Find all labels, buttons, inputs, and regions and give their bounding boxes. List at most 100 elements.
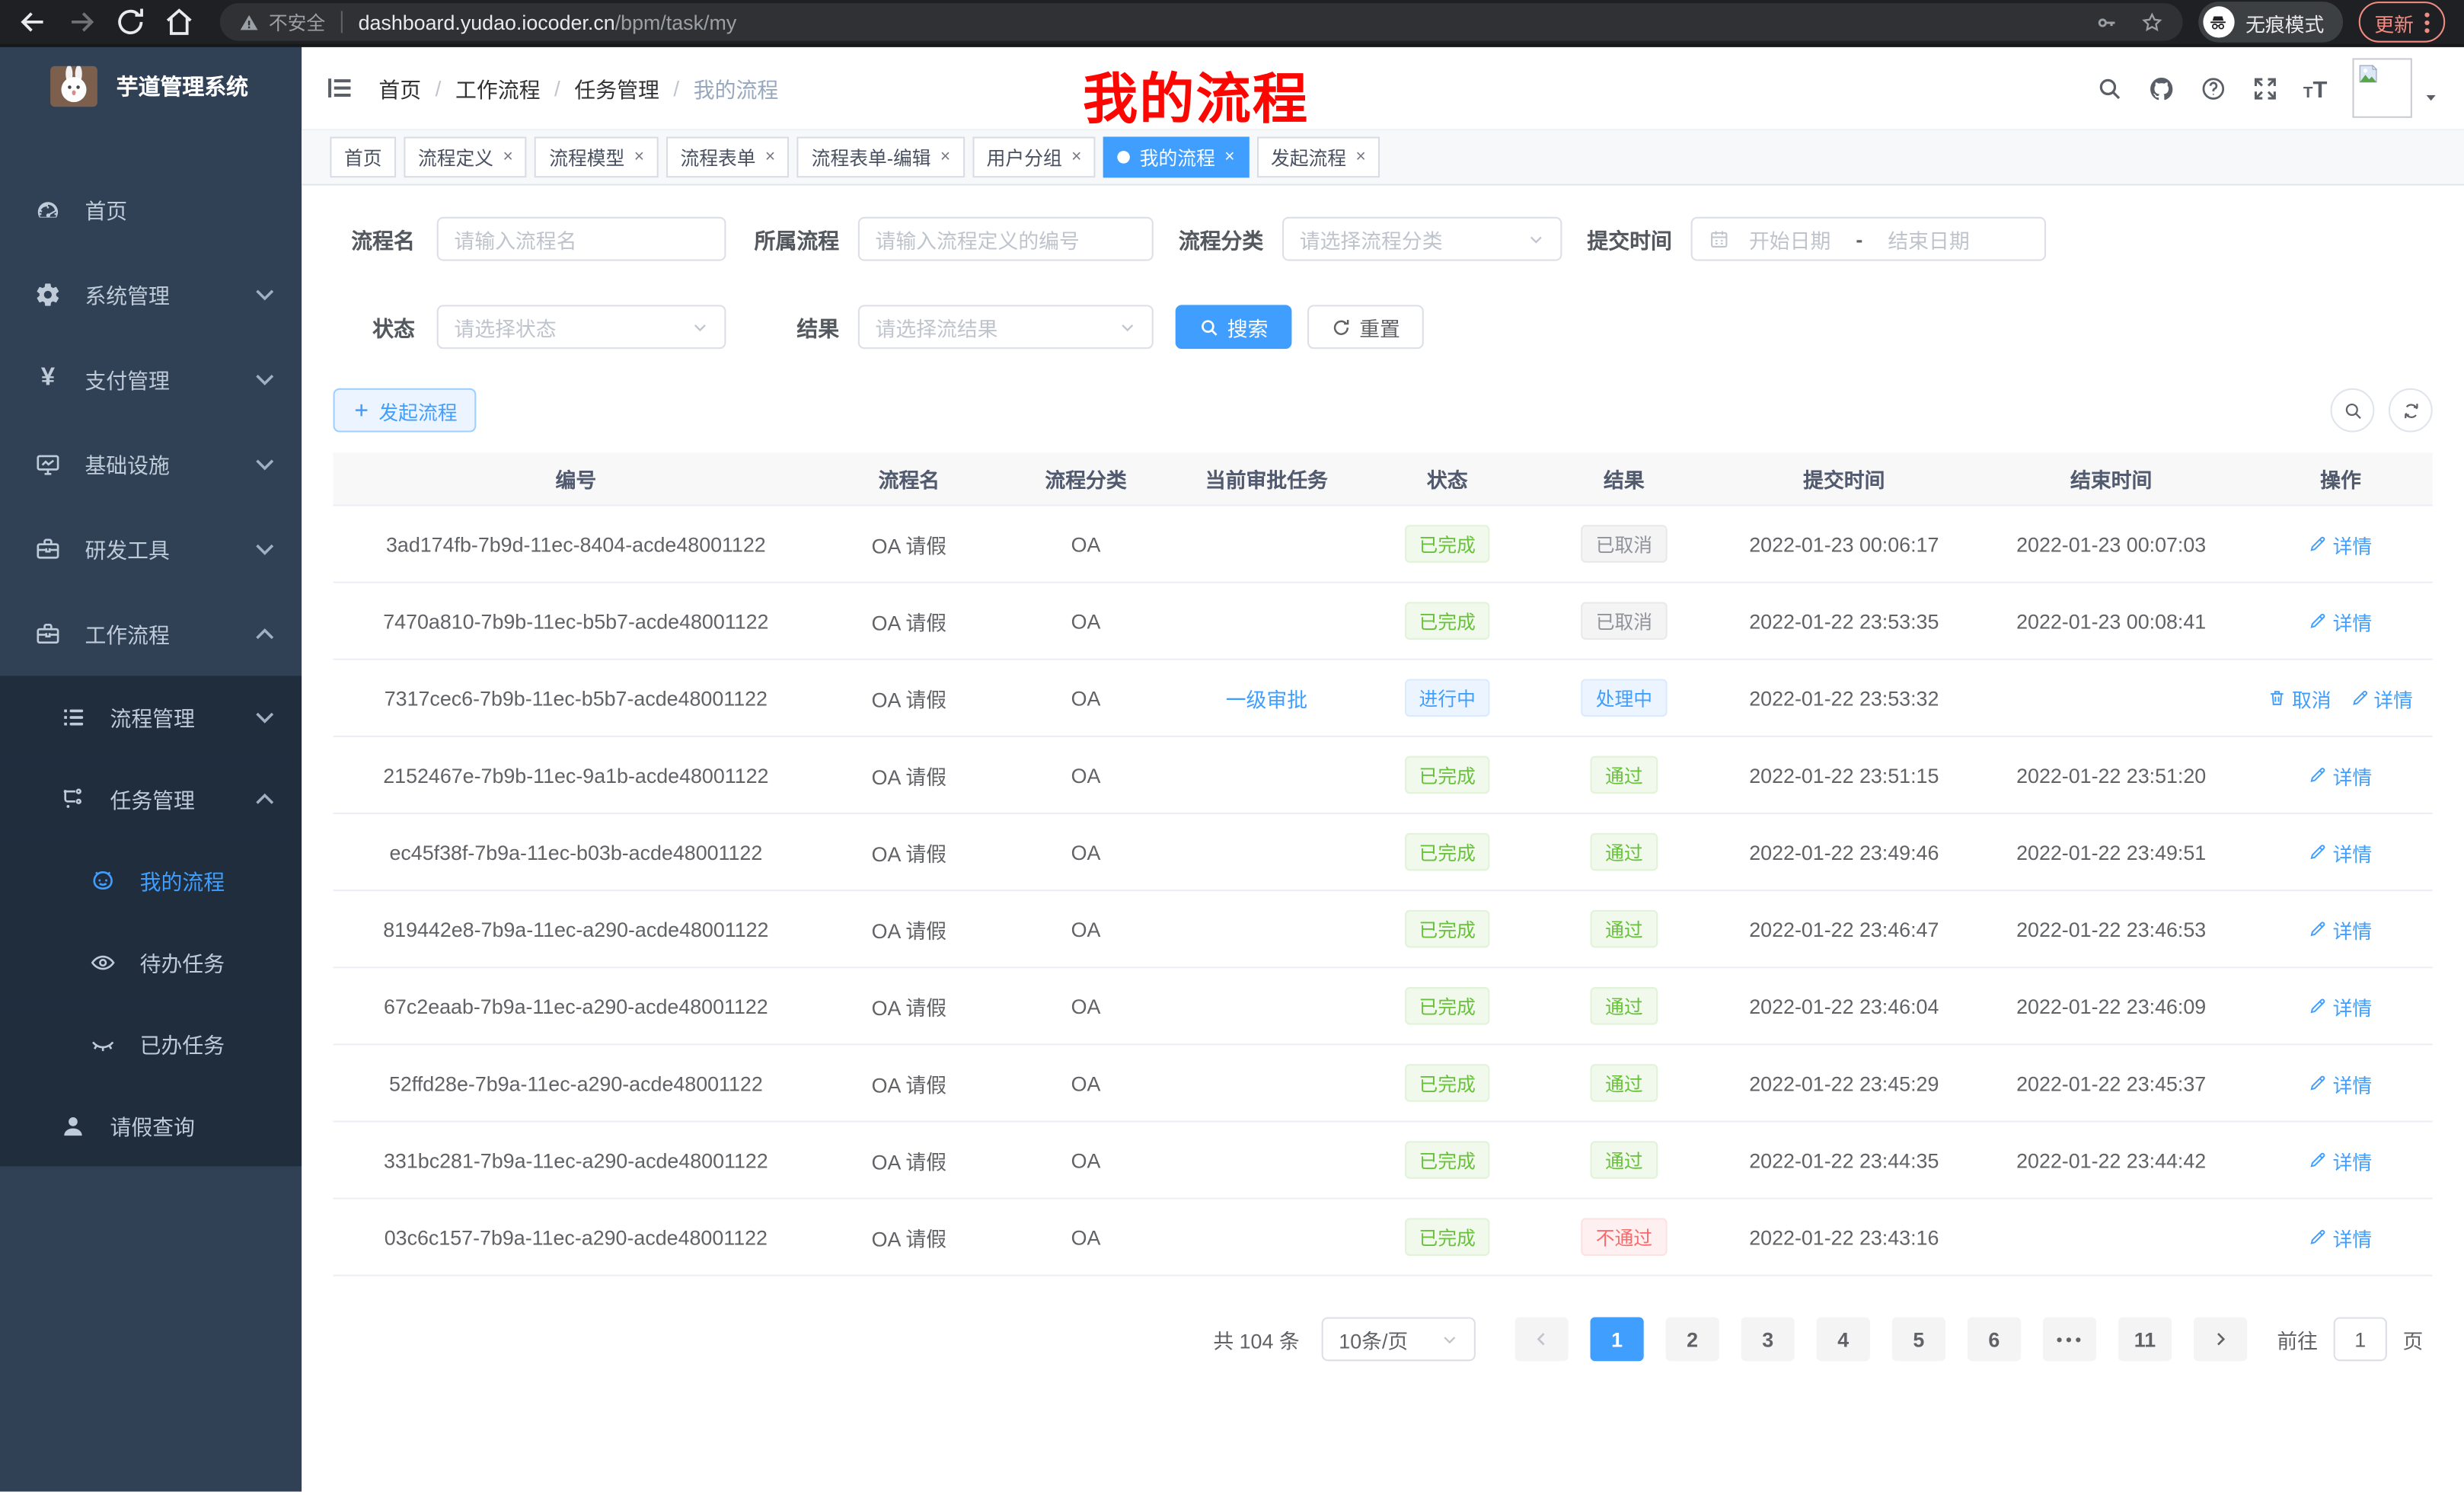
- detail-link[interactable]: 详情: [2309, 914, 2373, 944]
- cell-process-name: OA 请假: [819, 914, 999, 944]
- help-icon[interactable]: [2200, 75, 2226, 101]
- sidebar-item-done-tasks[interactable]: 已办任务: [0, 1003, 302, 1085]
- cancel-link[interactable]: 取消: [2268, 683, 2332, 713]
- close-icon[interactable]: ×: [1224, 149, 1234, 166]
- sidebar-item-dev-tools[interactable]: 研发工具: [0, 506, 302, 591]
- cell-submit-time: 2022-01-22 23:46:04: [1715, 994, 1974, 1017]
- refresh-table-button[interactable]: [2389, 388, 2433, 433]
- home-icon[interactable]: [162, 5, 196, 39]
- page-button-2[interactable]: 2: [1666, 1317, 1719, 1361]
- tab-process-model[interactable]: 流程模型×: [535, 137, 659, 178]
- page-button-5[interactable]: 5: [1892, 1317, 1945, 1361]
- more-pages-icon[interactable]: [2043, 1317, 2096, 1361]
- detail-link[interactable]: 详情: [2309, 991, 2373, 1021]
- cell-category: OA: [1000, 763, 1173, 787]
- sidebar-item-payment[interactable]: ¥支付管理: [0, 337, 302, 421]
- start-process-button[interactable]: 发起流程: [334, 388, 477, 433]
- sidebar-item-label: 我的流程: [140, 864, 225, 896]
- current-task-link[interactable]: 一级审批: [1226, 688, 1307, 711]
- detail-link[interactable]: 详情: [2309, 606, 2373, 636]
- incognito-label: 无痕模式: [2245, 7, 2324, 37]
- tab-my-process[interactable]: 我的流程×: [1103, 137, 1249, 178]
- search-button[interactable]: 搜索: [1176, 305, 1292, 349]
- avatar[interactable]: [2352, 58, 2411, 117]
- caret-down-icon[interactable]: [2423, 90, 2439, 106]
- tab-process-definition[interactable]: 流程定义×: [404, 137, 527, 178]
- cell-status: 已完成: [1361, 833, 1534, 871]
- goto-page-input[interactable]: 1: [2334, 1317, 2387, 1361]
- tab-user-group[interactable]: 用户分组×: [972, 137, 1096, 178]
- page-size-select[interactable]: 10条/页: [1322, 1317, 1476, 1361]
- date-separator: -: [1856, 227, 1862, 251]
- chevron-down-icon: [251, 280, 278, 307]
- detail-link[interactable]: 详情: [2309, 837, 2373, 867]
- url-bar[interactable]: 不安全 dashboard.yudao.iocoder.cn/bpm/task/…: [220, 3, 2183, 41]
- browser-menu-icon[interactable]: [2424, 11, 2429, 32]
- detail-link[interactable]: 详情: [2350, 683, 2413, 713]
- page-button-4[interactable]: 4: [1817, 1317, 1870, 1361]
- active-dot: [1118, 151, 1131, 164]
- process-definition-input[interactable]: 请输入流程定义的编号: [858, 217, 1154, 261]
- status-badge: 已完成: [1405, 1064, 1489, 1102]
- process-name-input[interactable]: 请输入流程名: [437, 217, 726, 261]
- breadcrumb-separator: /: [673, 76, 679, 100]
- key-icon[interactable]: [2095, 10, 2118, 34]
- sidebar-menu: 首页系统管理¥支付管理基础设施研发工具工作流程流程管理任务管理我的流程待办任务已…: [0, 126, 302, 1166]
- cell-category: OA: [1000, 1148, 1173, 1172]
- search-icon[interactable]: [2095, 75, 2122, 101]
- tab-home[interactable]: 首页: [330, 137, 396, 178]
- detail-link[interactable]: 详情: [2309, 1068, 2373, 1097]
- monitor-icon: [34, 450, 61, 477]
- url-text[interactable]: dashboard.yudao.iocoder.cn/bpm/task/my: [359, 10, 737, 34]
- sidebar-item-system[interactable]: 系统管理: [0, 251, 302, 336]
- reset-button[interactable]: 重置: [1307, 305, 1424, 349]
- toggle-search-button[interactable]: [2331, 388, 2375, 433]
- cell-actions: 详情: [2249, 1145, 2432, 1174]
- date-range-input[interactable]: 开始日期 - 结束日期: [1691, 217, 2046, 261]
- bookmark-star-icon[interactable]: [2140, 10, 2164, 34]
- breadcrumb-item[interactable]: 工作流程: [455, 72, 540, 104]
- breadcrumb-item[interactable]: 首页: [378, 72, 421, 104]
- detail-link[interactable]: 详情: [2309, 1145, 2373, 1174]
- close-icon[interactable]: ×: [765, 149, 775, 166]
- github-icon[interactable]: [2148, 75, 2175, 101]
- status-select[interactable]: 请选择状态: [437, 305, 726, 349]
- close-icon[interactable]: ×: [940, 149, 950, 166]
- close-icon[interactable]: ×: [503, 149, 512, 166]
- page-button-1[interactable]: 1: [1590, 1317, 1643, 1361]
- breadcrumb-item[interactable]: 任务管理: [574, 72, 659, 104]
- reload-icon[interactable]: [113, 5, 148, 39]
- sidebar-item-todo-tasks[interactable]: 待办任务: [0, 921, 302, 1002]
- detail-link[interactable]: 详情: [2309, 529, 2373, 558]
- prev-page-button[interactable]: [1514, 1317, 1568, 1361]
- result-select[interactable]: 请选择流结果: [858, 305, 1154, 349]
- update-button[interactable]: 更新: [2359, 2, 2446, 43]
- sidebar-item-leave-query[interactable]: 请假查询: [0, 1085, 302, 1166]
- back-icon[interactable]: [16, 5, 50, 39]
- sidebar-item-task-mgmt[interactable]: 任务管理: [0, 758, 302, 839]
- sidebar-item-home[interactable]: 首页: [0, 167, 302, 251]
- tab-process-form-edit[interactable]: 流程表单-编辑×: [797, 137, 965, 178]
- sidebar-item-infrastructure[interactable]: 基础设施: [0, 421, 302, 506]
- page-button-11[interactable]: 11: [2118, 1317, 2172, 1361]
- fullscreen-icon[interactable]: [2252, 75, 2278, 101]
- sidebar-item-process-mgmt[interactable]: 流程管理: [0, 676, 302, 757]
- not-secure-label[interactable]: 不安全: [269, 8, 325, 35]
- forward-icon[interactable]: [65, 5, 99, 39]
- cell-id: 67c2eaab-7b9a-11ec-a290-acde48001122: [334, 994, 819, 1017]
- close-icon[interactable]: ×: [1071, 149, 1081, 166]
- tab-process-form[interactable]: 流程表单×: [666, 137, 790, 178]
- category-select[interactable]: 请选择流程分类: [1282, 217, 1562, 261]
- close-icon[interactable]: ×: [634, 149, 644, 166]
- page-button-6[interactable]: 6: [1968, 1317, 2021, 1361]
- next-page-button[interactable]: [2194, 1317, 2247, 1361]
- tab-start-process[interactable]: 发起流程×: [1256, 137, 1380, 178]
- sidebar-item-my-process[interactable]: 我的流程: [0, 839, 302, 921]
- hamburger-icon[interactable]: [325, 74, 353, 102]
- sidebar-item-workflow[interactable]: 工作流程: [0, 591, 302, 676]
- close-icon[interactable]: ×: [1355, 149, 1365, 166]
- font-size-icon[interactable]: TT: [2303, 75, 2328, 101]
- detail-link[interactable]: 详情: [2309, 1222, 2373, 1252]
- detail-link[interactable]: 详情: [2309, 760, 2373, 790]
- page-button-3[interactable]: 3: [1741, 1317, 1795, 1361]
